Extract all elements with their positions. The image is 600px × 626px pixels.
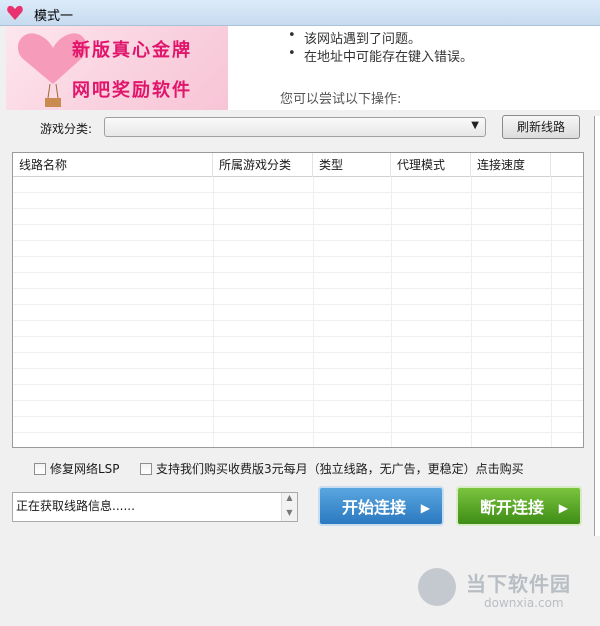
column-header-name[interactable]: 线路名称 <box>13 153 213 177</box>
watermark-title: 当下软件园 <box>466 572 571 596</box>
disconnect-label: 断开连接 <box>480 498 545 517</box>
status-text: 正在获取线路信息...... <box>16 499 135 513</box>
table-row[interactable] <box>13 321 583 337</box>
download-icon <box>418 568 456 606</box>
buy-paid-version-checkbox[interactable]: 支持我们购买收费版3元每月（独立线路，无广告，更稳定）点击购买 <box>140 460 524 477</box>
heart-icon <box>7 5 23 20</box>
table-row[interactable] <box>13 337 583 353</box>
status-log[interactable]: 正在获取线路信息...... ▲ ▼ <box>12 492 298 522</box>
category-label: 游戏分类: <box>40 122 93 136</box>
start-connect-label: 开始连接 <box>342 498 407 517</box>
column-divider <box>551 177 552 447</box>
error-message-2: 在地址中可能存在键入错误。 <box>288 46 473 65</box>
side-scrollbar[interactable] <box>594 116 600 536</box>
scroll-up-icon[interactable]: ▲ <box>282 493 297 502</box>
watermark: 当下软件园 downxia.com <box>418 564 598 624</box>
column-header-category[interactable]: 所属游戏分类 <box>213 153 313 177</box>
fix-lsp-checkbox[interactable]: 修复网络LSP <box>34 460 120 477</box>
chevron-right-icon: ▶ <box>558 501 568 515</box>
disconnect-button[interactable]: 断开连接 ▶ <box>456 486 582 526</box>
table-row[interactable] <box>13 305 583 321</box>
column-divider <box>313 177 314 447</box>
watermark-url: downxia.com <box>484 596 564 610</box>
table-row[interactable] <box>13 433 583 447</box>
column-header-type[interactable]: 类型 <box>313 153 391 177</box>
table-row[interactable] <box>13 241 583 257</box>
column-header-speed[interactable]: 连接速度 <box>471 153 551 177</box>
table-row[interactable] <box>13 225 583 241</box>
chevron-right-icon: ▶ <box>420 501 430 515</box>
table-row[interactable] <box>13 177 583 193</box>
table-row[interactable] <box>13 385 583 401</box>
table-row[interactable] <box>13 369 583 385</box>
scroll-down-icon[interactable]: ▼ <box>282 508 297 517</box>
error-panel: 该网站遇到了问题。 在地址中可能存在键入错误。 您可以尝试以下操作: <box>228 26 600 110</box>
table-row[interactable] <box>13 193 583 209</box>
column-divider <box>391 177 392 447</box>
refresh-routes-button[interactable]: 刷新线路 <box>502 115 580 139</box>
fix-lsp-checkbox-box[interactable] <box>34 462 46 475</box>
window-title: 模式一 <box>34 9 74 24</box>
table-row[interactable] <box>13 257 583 273</box>
table-header: 线路名称 所属游戏分类 类型 代理模式 连接速度 <box>13 153 583 177</box>
category-select[interactable]: ▼ <box>104 117 486 137</box>
column-header-proxy[interactable]: 代理模式 <box>391 153 471 177</box>
banner-title: 新版真心金牌 <box>72 40 192 61</box>
table-row[interactable] <box>13 273 583 289</box>
routes-table[interactable]: 线路名称 所属游戏分类 类型 代理模式 连接速度 <box>12 152 584 448</box>
table-row[interactable] <box>13 401 583 417</box>
title-bar: 模式一 <box>0 0 600 26</box>
buy-checkbox-box[interactable] <box>140 462 152 475</box>
table-row[interactable] <box>13 353 583 369</box>
chevron-down-icon[interactable]: ▼ <box>471 120 479 131</box>
start-connect-button[interactable]: 开始连接 ▶ <box>318 486 444 526</box>
status-scrollbar[interactable]: ▲ ▼ <box>281 493 297 521</box>
column-divider <box>213 177 214 447</box>
column-divider <box>471 177 472 447</box>
banner: 新版真心金牌 网吧奖励软件 <box>6 26 228 110</box>
table-row[interactable] <box>13 417 583 433</box>
banner-subtitle: 网吧奖励软件 <box>72 80 192 101</box>
table-row[interactable] <box>13 289 583 305</box>
buy-paid-version-label: 支持我们购买收费版3元每月（独立线路，无广告，更稳定）点击购买 <box>156 462 524 476</box>
error-suggestion: 您可以尝试以下操作: <box>280 92 402 107</box>
table-row[interactable] <box>13 209 583 225</box>
error-message-1: 该网站遇到了问题。 <box>288 28 421 47</box>
main-window: 新版真心金牌 网吧奖励软件 该网站遇到了问题。 在地址中可能存在键入错误。 您可… <box>0 26 600 626</box>
fix-lsp-label: 修复网络LSP <box>50 462 120 476</box>
